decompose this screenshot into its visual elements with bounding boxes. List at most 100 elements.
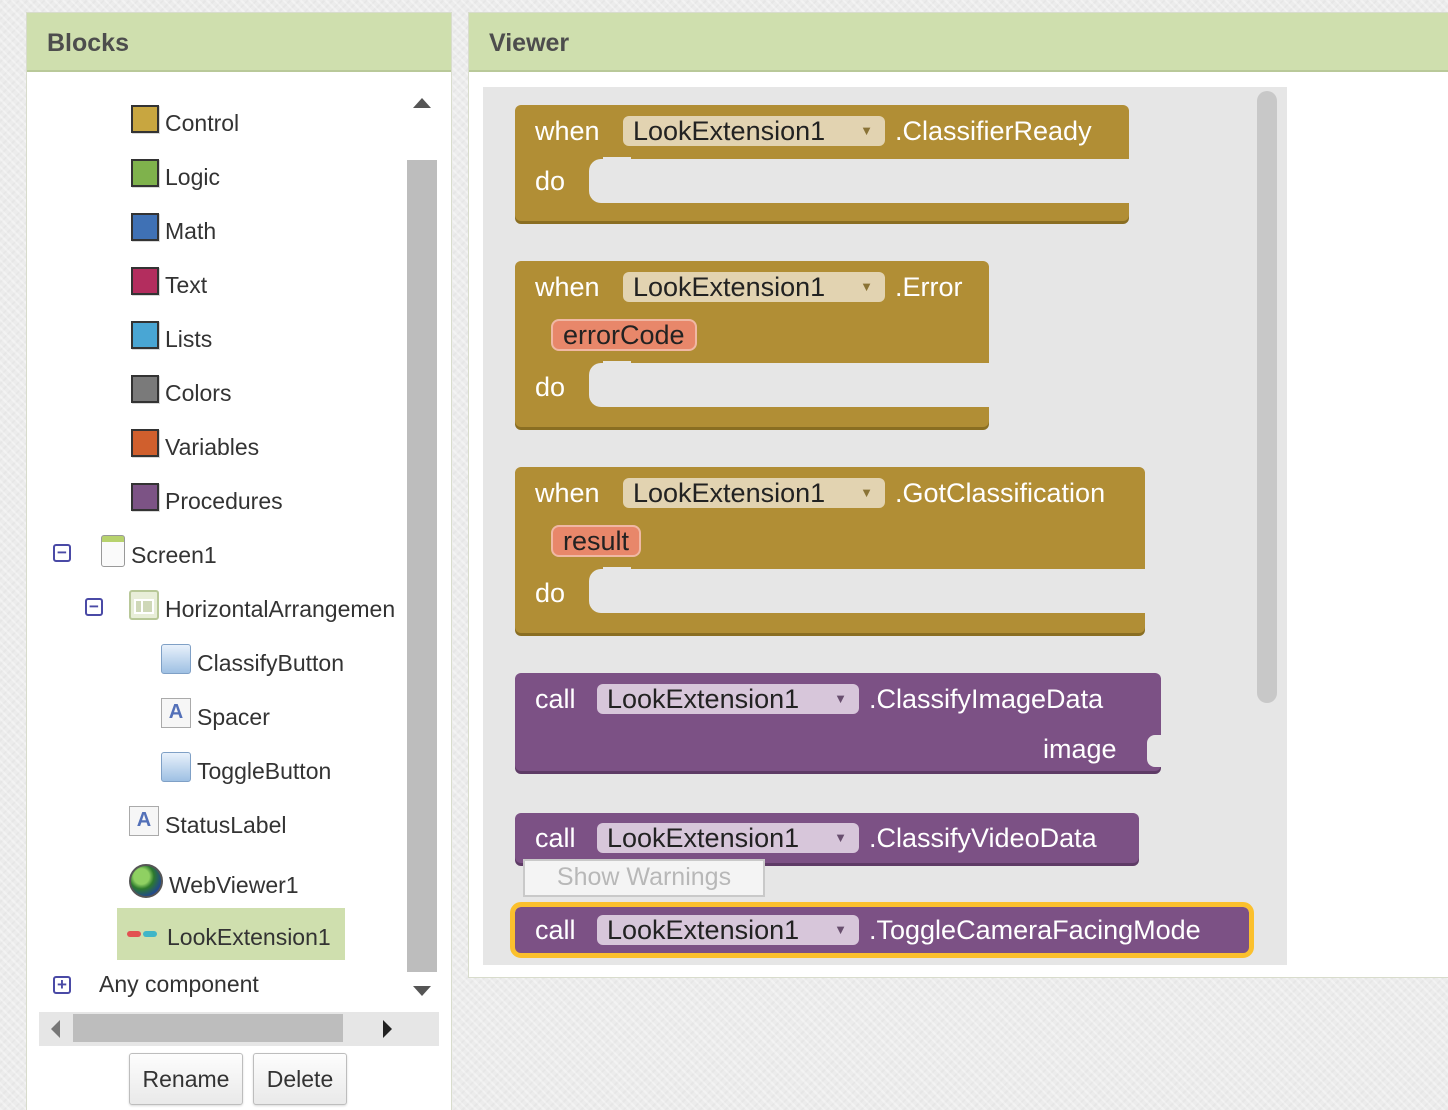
- component-dropdown[interactable]: LookExtension1 ▼: [597, 823, 859, 853]
- tree-item-label: LookExtension1: [167, 923, 331, 950]
- category-variables[interactable]: Variables: [131, 422, 259, 464]
- dropdown-arrow-icon: ▼: [860, 123, 873, 138]
- dropdown-arrow-icon: ▼: [834, 830, 847, 845]
- tree-item-label: Any component: [99, 970, 259, 997]
- dropdown-arrow-icon: ▼: [860, 485, 873, 500]
- component-name: LookExtension1: [633, 478, 826, 508]
- category-colors[interactable]: Colors: [131, 368, 231, 410]
- lists-swatch-icon: [131, 321, 159, 349]
- when-keyword: when: [535, 272, 600, 302]
- category-math[interactable]: Math: [131, 206, 216, 248]
- label-icon: A: [161, 698, 191, 728]
- workspace-scrollbar[interactable]: [1257, 91, 1277, 703]
- text-swatch-icon: [131, 267, 159, 295]
- component-dropdown[interactable]: LookExtension1 ▼: [597, 684, 859, 714]
- blocks-panel: Blocks Control Logic Math Text Lists Col…: [26, 12, 452, 1110]
- event-block-got-classification[interactable]: when LookExtension1 ▼ .GotClassification…: [515, 467, 1145, 633]
- event-block-classifier-ready[interactable]: when LookExtension1 ▼ .ClassifierReady d…: [515, 105, 1129, 221]
- blocks-tree: Control Logic Math Text Lists Colors Var…: [27, 74, 453, 1110]
- category-label: Logic: [165, 163, 220, 190]
- param-error-code[interactable]: errorCode: [551, 319, 697, 351]
- control-swatch-icon: [131, 105, 159, 133]
- when-keyword: when: [535, 478, 600, 508]
- tree-item-spacer[interactable]: A Spacer: [161, 692, 270, 734]
- scroll-down-icon[interactable]: [413, 986, 431, 996]
- tree-item-label: Screen1: [131, 541, 217, 568]
- collapse-screen1-icon[interactable]: −: [53, 544, 71, 562]
- method-name: .ClassifyImageData: [869, 684, 1104, 714]
- dropdown-arrow-icon: ▼: [834, 691, 847, 706]
- logic-swatch-icon: [131, 159, 159, 187]
- scroll-thumb[interactable]: [407, 160, 437, 972]
- do-statement-slot[interactable]: [589, 567, 1145, 613]
- tree-item-horizontal-arrangement[interactable]: HorizontalArrangemen: [129, 584, 407, 626]
- tree-item-any-component[interactable]: Any component: [93, 960, 259, 1002]
- arg-label-image: image: [1043, 734, 1117, 764]
- scroll-up-icon[interactable]: [413, 98, 431, 108]
- method-block-toggle-camera[interactable]: call LookExtension1 ▼ .ToggleCameraFacin…: [510, 902, 1254, 958]
- component-name: LookExtension1: [607, 684, 800, 714]
- component-dropdown[interactable]: LookExtension1 ▼: [597, 915, 859, 945]
- scroll-right-icon[interactable]: [383, 1020, 392, 1038]
- tree-item-look-extension[interactable]: LookExtension1: [117, 908, 345, 960]
- expand-any-component-icon[interactable]: +: [53, 976, 71, 994]
- call-keyword: call: [535, 684, 576, 714]
- tree-item-screen1[interactable]: Screen1: [101, 530, 217, 572]
- label-icon: A: [129, 806, 159, 836]
- tree-item-toggle-button[interactable]: ToggleButton: [161, 746, 331, 788]
- variables-swatch-icon: [131, 429, 159, 457]
- viewer-panel-title: Viewer: [469, 13, 1448, 72]
- dropdown-arrow-icon: ▼: [860, 279, 873, 294]
- category-procedures[interactable]: Procedures: [131, 476, 283, 518]
- category-logic[interactable]: Logic: [131, 152, 220, 194]
- component-dropdown[interactable]: LookExtension1 ▼: [623, 272, 885, 302]
- colors-swatch-icon: [131, 375, 159, 403]
- component-name: LookExtension1: [607, 915, 800, 945]
- scroll-left-icon[interactable]: [51, 1020, 60, 1038]
- do-statement-slot[interactable]: [589, 157, 1129, 203]
- category-text[interactable]: Text: [131, 260, 207, 302]
- scroll-thumb[interactable]: [73, 1014, 343, 1042]
- do-keyword: do: [535, 578, 566, 608]
- tree-item-label: WebViewer1: [169, 871, 299, 898]
- math-swatch-icon: [131, 213, 159, 241]
- component-dropdown[interactable]: LookExtension1 ▼: [623, 478, 885, 508]
- viewer-panel: Viewer when LookExtension1 ▼ .Classifier…: [468, 12, 1448, 978]
- category-label: Colors: [165, 379, 232, 406]
- method-block-classify-image-data[interactable]: call LookExtension1 ▼ .ClassifyImageData…: [515, 673, 1161, 771]
- do-keyword: do: [535, 166, 566, 196]
- category-label: Control: [165, 109, 240, 136]
- globe-icon: [129, 864, 163, 898]
- event-name: .GotClassification: [895, 478, 1106, 508]
- category-lists[interactable]: Lists: [131, 314, 212, 356]
- tree-item-label: HorizontalArrangemen: [165, 595, 396, 622]
- collapse-arrangement-icon[interactable]: −: [85, 598, 103, 616]
- method-name: .ClassifyVideoData: [869, 823, 1097, 853]
- category-label: Text: [165, 271, 208, 298]
- tree-item-status-label[interactable]: A StatusLabel: [129, 800, 286, 842]
- show-warnings-button[interactable]: Show Warnings: [523, 859, 765, 897]
- tree-vertical-scrollbar[interactable]: [407, 88, 437, 1008]
- input-socket[interactable]: [1147, 735, 1161, 767]
- param-result[interactable]: result: [551, 525, 642, 557]
- delete-button[interactable]: Delete: [253, 1053, 347, 1105]
- do-statement-slot[interactable]: [589, 361, 989, 407]
- when-keyword: when: [535, 116, 600, 146]
- event-block-error[interactable]: when LookExtension1 ▼ .Error errorCode d…: [515, 261, 989, 427]
- rename-button[interactable]: Rename: [129, 1053, 243, 1105]
- screen-icon: [101, 535, 125, 567]
- category-label: Lists: [165, 325, 213, 352]
- blocks-workspace[interactable]: when LookExtension1 ▼ .ClassifierReady d…: [483, 87, 1287, 965]
- component-name: LookExtension1: [607, 823, 800, 853]
- tree-horizontal-scrollbar[interactable]: [39, 1012, 439, 1046]
- component-dropdown[interactable]: LookExtension1 ▼: [623, 116, 885, 146]
- blocks-panel-title: Blocks: [27, 13, 451, 72]
- tree-item-classify-button[interactable]: ClassifyButton: [161, 638, 344, 680]
- category-label: Math: [165, 217, 217, 244]
- dropdown-arrow-icon: ▼: [834, 922, 847, 937]
- method-block-classify-video-data[interactable]: call LookExtension1 ▼ .ClassifyVideoData: [515, 813, 1139, 863]
- tree-item-webviewer[interactable]: WebViewer1: [129, 860, 299, 902]
- tree-item-label: StatusLabel: [165, 811, 287, 838]
- tree-item-label: ClassifyButton: [197, 649, 345, 676]
- category-control[interactable]: Control: [131, 98, 239, 140]
